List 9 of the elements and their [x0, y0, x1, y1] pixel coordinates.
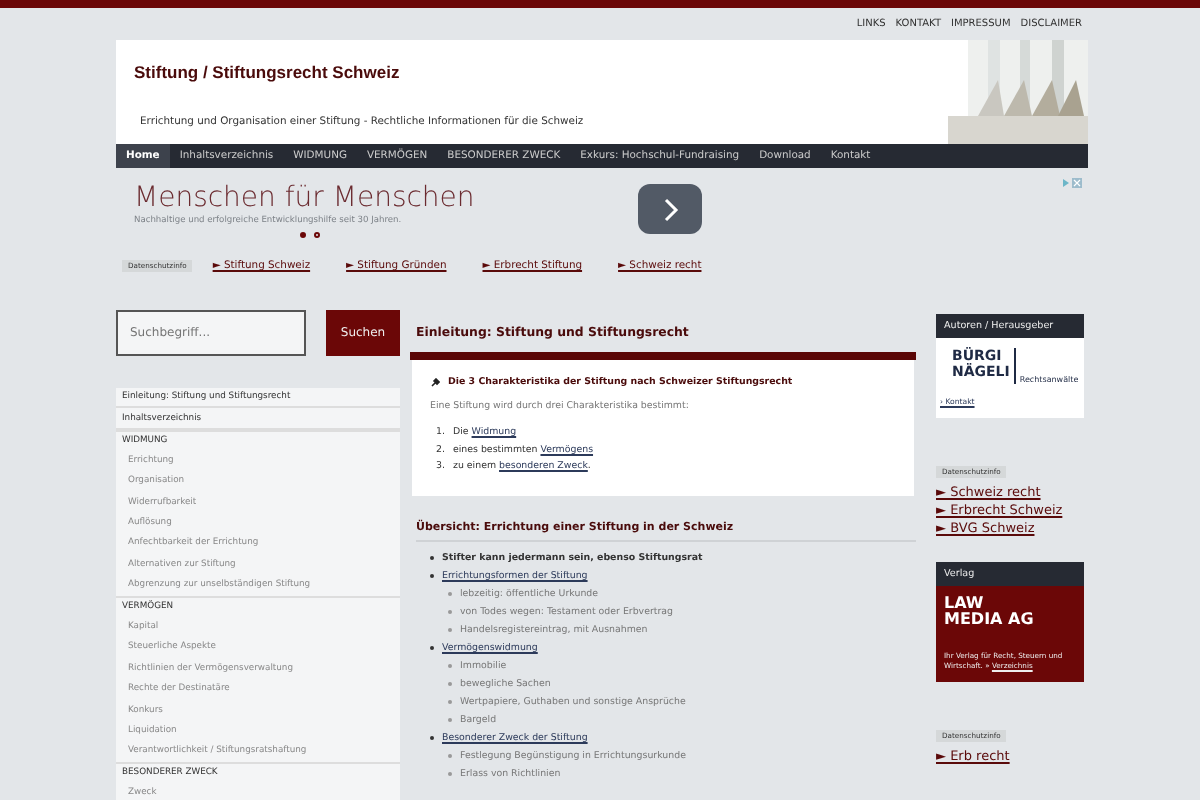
site-title[interactable]: Stiftung / Stiftungsrecht Schweiz: [134, 62, 888, 82]
next-button[interactable]: [638, 184, 702, 234]
ad-headline[interactable]: Menschen für Menschen: [134, 182, 1088, 214]
carousel-dot[interactable]: [300, 232, 306, 238]
chevron-right-icon: [660, 197, 680, 221]
pin-icon: [430, 378, 440, 388]
publisher-logo-text: MEDIA AG: [944, 612, 1036, 628]
publisher-logo-text: LAW: [944, 596, 986, 612]
carousel-dot[interactable]: [314, 232, 320, 238]
